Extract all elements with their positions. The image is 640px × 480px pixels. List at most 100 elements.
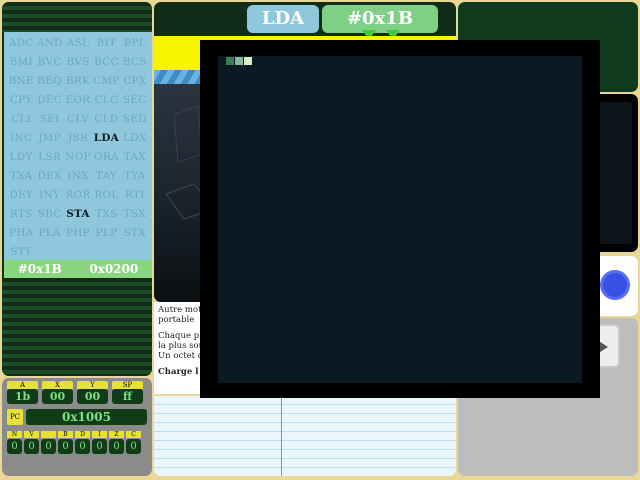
opcode-sbc[interactable]: SBC (35, 205, 63, 224)
opcode-ora[interactable]: ORA (92, 148, 120, 167)
address-bar-address: 0x0200 (89, 262, 139, 276)
register-value: ff (112, 389, 143, 404)
emulator-app: ADC AND ASL BIT BPL BMI BVC BVS BCC BCS BNE BEQ BRK C… (0, 0, 640, 480)
opcode-php[interactable]: PHP (64, 224, 92, 243)
opcode-cpy[interactable]: CPY (7, 91, 35, 110)
text-line: Un octet d (158, 351, 204, 361)
opcode-clv[interactable]: CLV (64, 110, 92, 129)
flag-label: N (7, 431, 22, 438)
opcode-cld[interactable]: CLD (92, 110, 120, 129)
register-label: SP (112, 381, 143, 389)
instruction-mnemonic[interactable]: LDA (247, 5, 319, 33)
opcode-sta[interactable]: STA (64, 205, 92, 224)
opcode-inx[interactable]: INX (64, 167, 92, 186)
register-x: X 00 (42, 381, 73, 404)
flag-value: 0 (126, 439, 141, 454)
flag-value: 0 (92, 439, 107, 454)
opcode-rol[interactable]: ROL (92, 186, 120, 205)
register-value: 1b (7, 389, 38, 404)
opcode-bvc[interactable]: BVC (35, 53, 63, 72)
register-a: A 1b (7, 381, 38, 404)
opcode-rti[interactable]: RTI (121, 186, 149, 205)
display-screen (218, 56, 582, 383)
flag-label: I (92, 431, 107, 438)
opcode-tsx[interactable]: TSX (121, 205, 149, 224)
opcode-sec[interactable]: SEC (121, 91, 149, 110)
flag: N0 (7, 431, 22, 454)
opcode-and[interactable]: AND (35, 34, 63, 53)
status-flags: N0V00B0D0I0Z0C0 (7, 431, 147, 454)
opcode-brk[interactable]: BRK (64, 72, 92, 91)
opcode-sed[interactable]: SED (121, 110, 149, 129)
opcode-ldx[interactable]: LDX (121, 129, 149, 148)
instruction-operand[interactable]: #0x1B (322, 5, 438, 33)
opcode-cmp[interactable]: CMP (92, 72, 120, 91)
flag: 0 (41, 431, 56, 454)
flag-label: C (126, 431, 141, 438)
pc-label: PC (7, 409, 23, 425)
opcode-sei[interactable]: SEI (35, 110, 63, 129)
flag: I0 (92, 431, 107, 454)
margin-line (281, 396, 282, 476)
register-label: Y (77, 381, 108, 389)
opcode-bne[interactable]: BNE (7, 72, 35, 91)
register-row: A 1b X 00 Y 00 SP ff (7, 381, 147, 404)
opcode-pha[interactable]: PHA (7, 224, 35, 243)
opcode-stx[interactable]: STX (121, 224, 149, 243)
opcode-beq[interactable]: BEQ (35, 72, 63, 91)
opcode-lsr[interactable]: LSR (35, 148, 63, 167)
opcode-cli[interactable]: CLI (7, 110, 35, 129)
opcode-plp[interactable]: PLP (92, 224, 120, 243)
opcode-ldy[interactable]: LDY (7, 148, 35, 167)
opcode-asl[interactable]: ASL (64, 34, 92, 53)
flag: D0 (75, 431, 90, 454)
opcode-lda[interactable]: LDA (92, 129, 120, 148)
blue-round-button[interactable] (600, 270, 630, 300)
opcode-dey[interactable]: DEY (7, 186, 35, 205)
opcode-txs[interactable]: TXS (92, 205, 120, 224)
opcode-tay[interactable]: TAY (92, 167, 120, 186)
opcode-adc[interactable]: ADC (7, 34, 35, 53)
opcode-dex[interactable]: DEX (35, 167, 63, 186)
opcode-ror[interactable]: ROR (64, 186, 92, 205)
register-label: A (7, 381, 38, 389)
opcode-txa[interactable]: TXA (7, 167, 35, 186)
opcode-jmp[interactable]: JMP (35, 129, 63, 148)
opcode-panel-header (2, 2, 152, 32)
opcode-eor[interactable]: EOR (64, 91, 92, 110)
opcode-nop[interactable]: NOP (64, 148, 92, 167)
flag-value: 0 (58, 439, 73, 454)
opcode-bpl[interactable]: BPL (121, 34, 149, 53)
opcode-bit[interactable]: BIT (92, 34, 120, 53)
opcode-bvs[interactable]: BVS (64, 53, 92, 72)
text-line: Charge l (158, 367, 199, 377)
opcode-panel-footer (2, 278, 152, 376)
screen-pixel (244, 57, 252, 65)
opcode-panel: ADC AND ASL BIT BPL BMI BVC BVS BCC BCS BNE BEQ BRK C… (2, 2, 152, 376)
flag: V0 (24, 431, 39, 454)
screen-pixel (235, 57, 243, 65)
screen-pixel (226, 57, 234, 65)
opcode-grid: ADC AND ASL BIT BPL BMI BVC BVS BCC BCS BNE BEQ BRK C… (4, 32, 152, 260)
opcode-bcc[interactable]: BCC (92, 53, 120, 72)
address-bar-operand: #0x1B (17, 262, 62, 276)
opcode-rts[interactable]: RTS (7, 205, 35, 224)
flag-value: 0 (41, 439, 56, 454)
opcode-pla[interactable]: PLA (35, 224, 63, 243)
opcode-tya[interactable]: TYA (121, 167, 149, 186)
opcode-jsr[interactable]: JSR (64, 129, 92, 148)
notepad[interactable] (154, 396, 456, 476)
opcode-bmi[interactable]: BMI (7, 53, 35, 72)
opcode-bcs[interactable]: BCS (121, 53, 149, 72)
opcode-iny[interactable]: INY (35, 186, 63, 205)
flag-label: B (58, 431, 73, 438)
opcode-dec[interactable]: DEC (35, 91, 63, 110)
opcode-clc[interactable]: CLC (92, 91, 120, 110)
opcode-inc[interactable]: INC (7, 129, 35, 148)
flag-value: 0 (24, 439, 39, 454)
flag: Z0 (109, 431, 124, 454)
opcode-cpx[interactable]: CPX (121, 72, 149, 91)
register-value: 00 (77, 389, 108, 404)
opcode-tax[interactable]: TAX (121, 148, 149, 167)
registers-panel: A 1b X 00 Y 00 SP ff PC 0x1005 N0V00B0D0I0Z0C0 (2, 378, 152, 476)
